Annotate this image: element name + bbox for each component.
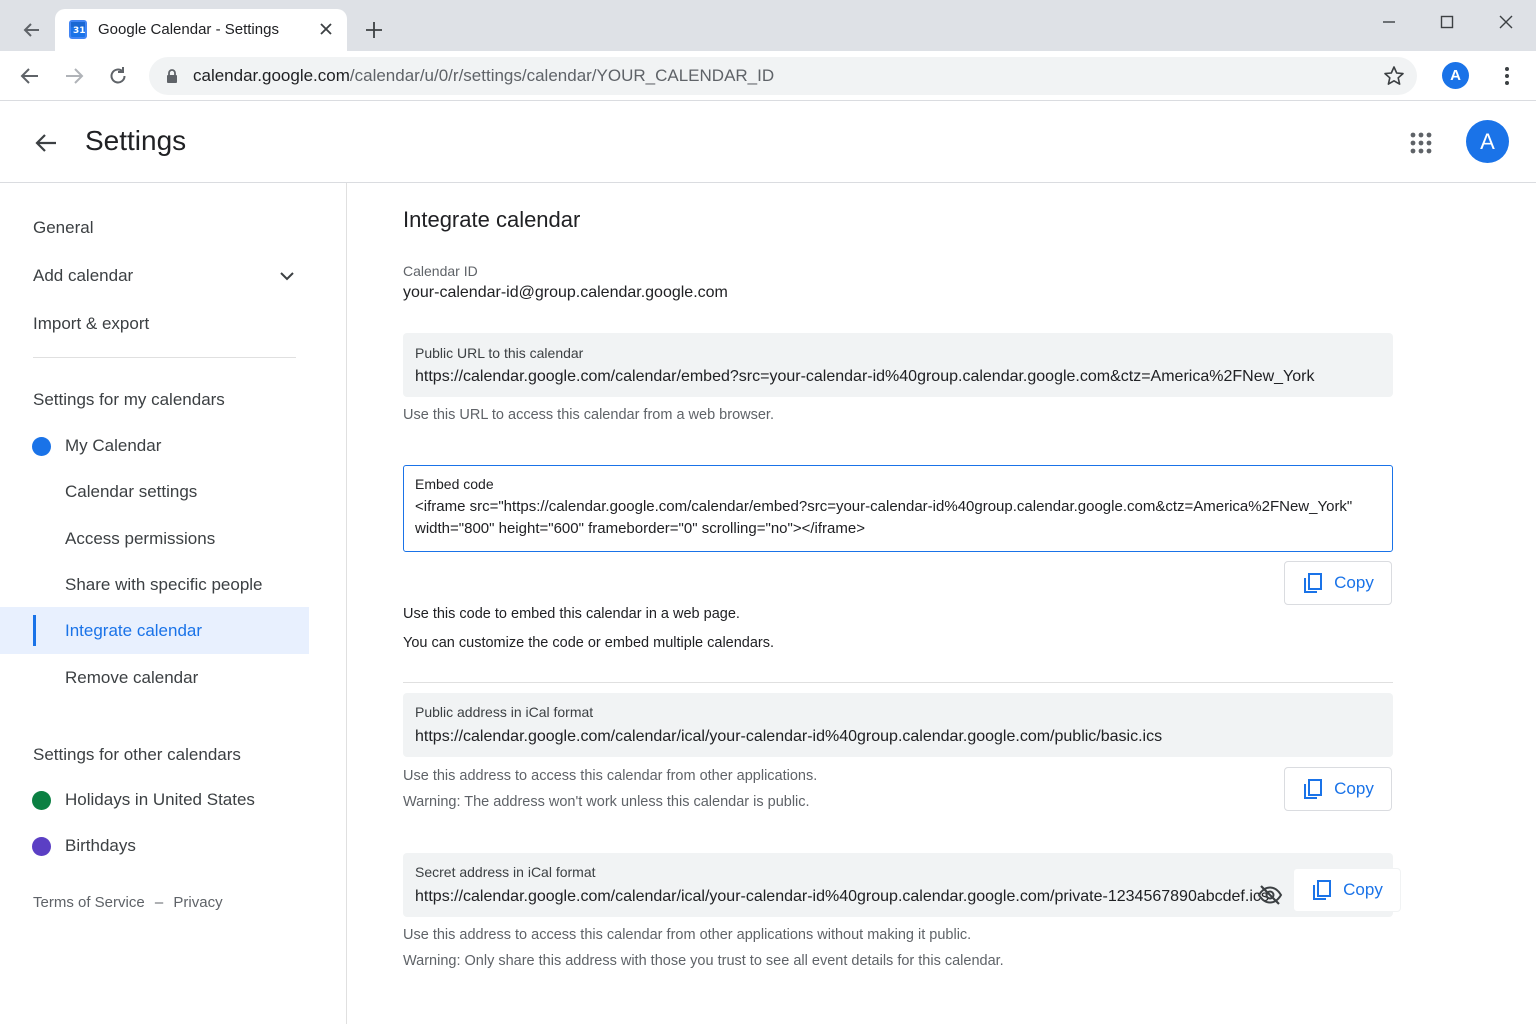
sidebar-item-integrate-calendar[interactable]: Integrate calendar: [0, 607, 309, 654]
sidebar-item-calendar-settings[interactable]: Calendar settings: [65, 482, 197, 502]
public-ical-value[interactable]: https://calendar.google.com/calendar/ica…: [415, 728, 1162, 746]
copy-icon: [1304, 573, 1323, 593]
sidebar-item-general[interactable]: General: [33, 218, 93, 238]
bookmark-star-icon[interactable]: [1383, 65, 1405, 87]
holidays-color-dot: [32, 791, 51, 810]
embed-code-value[interactable]: <iframe src="https://calendar.google.com…: [415, 496, 1375, 540]
embed-code-field[interactable]: Embed code <iframe src="https://calendar…: [403, 465, 1393, 552]
window-close-icon[interactable]: [1494, 10, 1518, 34]
tab-title: Google Calendar - Settings: [98, 21, 279, 38]
copy-embed-button[interactable]: Copy: [1284, 561, 1392, 605]
url-path: /calendar/u/0/r/settings/calendar/YOUR_C…: [349, 66, 775, 85]
calendar-favicon-icon: 31: [69, 20, 87, 39]
my-calendar-color-dot: [32, 437, 51, 456]
copy-icon: [1304, 779, 1323, 799]
chevron-down-icon[interactable]: [276, 265, 298, 287]
copy-icon: [1313, 880, 1332, 900]
terms-link[interactable]: Terms of Service: [33, 894, 145, 911]
copy-label: Copy: [1343, 880, 1383, 899]
tab-back-icon[interactable]: [18, 16, 46, 44]
embed-help-2: You can customize the code or embed mult…: [403, 635, 775, 651]
app-header: Settings A: [0, 102, 1536, 183]
forward-icon[interactable]: [61, 63, 87, 89]
copy-secret-ical-button[interactable]: Copy: [1293, 868, 1401, 912]
favicon-text: 31: [73, 26, 86, 36]
sidebar-item-label: Integrate calendar: [65, 621, 203, 640]
sidebar-item-share-with-specific-people[interactable]: Share with specific people: [65, 575, 263, 595]
public-ical-field[interactable]: Public address in iCal format https://ca…: [403, 693, 1393, 757]
public-url-value[interactable]: https://calendar.google.com/calendar/emb…: [415, 368, 1314, 386]
copy-label: Copy: [1334, 779, 1374, 798]
google-apps-icon[interactable]: [1404, 126, 1438, 160]
secret-ical-help-1: Use this address to access this calendar…: [403, 927, 972, 943]
account-avatar[interactable]: A: [1466, 120, 1509, 163]
privacy-link[interactable]: Privacy: [173, 894, 222, 911]
birthdays-color-dot: [32, 837, 51, 856]
sidebar-item-my-calendar[interactable]: My Calendar: [65, 436, 161, 456]
embed-code-label: Embed code: [415, 476, 494, 492]
embed-code-line-1: <iframe src="https://calendar.google.com…: [415, 498, 1353, 515]
url-host: calendar.google.com: [193, 66, 350, 85]
copy-public-ical-button[interactable]: Copy: [1284, 767, 1392, 811]
other-calendars-heading: Settings for other calendars: [33, 745, 241, 764]
tab-close-icon[interactable]: [317, 20, 335, 38]
calendar-id-value: your-calendar-id@group.calendar.google.c…: [403, 284, 728, 301]
public-ical-label: Public address in iCal format: [415, 704, 594, 720]
public-ical-help-2: Warning: The address won't work unless t…: [403, 794, 810, 810]
embed-code-line-2: width="800" height="600" frameborder="0"…: [415, 520, 865, 537]
sidebar-item-access-permissions[interactable]: Access permissions: [65, 529, 215, 549]
public-url-label: Public URL to this calendar: [415, 345, 584, 361]
lock-icon[interactable]: [165, 68, 179, 84]
copy-label: Copy: [1334, 573, 1374, 592]
public-url-field[interactable]: Public URL to this calendar https://cale…: [403, 333, 1393, 397]
sidebar-item-add-calendar[interactable]: Add calendar: [33, 266, 133, 286]
secret-ical-label: Secret address in iCal format: [415, 864, 596, 880]
browser-menu-icon[interactable]: [1496, 63, 1518, 89]
minimize-icon[interactable]: [1377, 10, 1401, 34]
browser-profile-avatar[interactable]: A: [1442, 62, 1469, 89]
public-ical-help-1: Use this address to access this calendar…: [403, 768, 818, 784]
embed-help-1: Use this code to embed this calendar in …: [403, 606, 740, 622]
public-url-help: Use this URL to access this calendar fro…: [403, 407, 774, 423]
browser-toolbar: calendar.google.com/calendar/u/0/r/setti…: [0, 51, 1536, 101]
secret-ical-value[interactable]: https://calendar.google.com/calendar/ica…: [415, 888, 1269, 906]
sidebar-item-remove-calendar[interactable]: Remove calendar: [65, 668, 198, 688]
settings-main: Integrate calendar Calendar ID your-cale…: [348, 183, 1536, 1024]
url-text[interactable]: calendar.google.com/calendar/u/0/r/setti…: [193, 66, 774, 86]
sidebar-item-birthdays[interactable]: Birthdays: [65, 836, 136, 856]
page-title: Settings: [85, 125, 187, 156]
sidebar-item-holidays[interactable]: Holidays in United States: [65, 790, 255, 810]
section-divider: [403, 682, 1393, 683]
address-bar[interactable]: calendar.google.com/calendar/u/0/r/setti…: [149, 57, 1417, 95]
my-calendars-heading: Settings for my calendars: [33, 390, 225, 409]
secret-ical-field[interactable]: Secret address in iCal format https://ca…: [403, 853, 1393, 917]
browser-tab[interactable]: 31 Google Calendar - Settings: [55, 9, 347, 51]
section-title: Integrate calendar: [403, 207, 581, 232]
sidebar-item-import-export[interactable]: Import & export: [33, 314, 149, 334]
sidebar-footer: Terms of Service – Privacy: [33, 894, 223, 911]
browser-tabstrip: 31 Google Calendar - Settings: [0, 0, 1536, 51]
footer-separator: –: [154, 894, 164, 911]
sidebar-divider: [33, 357, 296, 358]
visibility-off-icon[interactable]: [1252, 877, 1288, 913]
back-icon[interactable]: [17, 63, 43, 89]
calendar-id-label: Calendar ID: [403, 263, 478, 279]
secret-ical-help-2: Warning: Only share this address with th…: [403, 953, 1004, 969]
settings-sidebar: General Add calendar Import & export Set…: [0, 183, 347, 1024]
maximize-icon[interactable]: [1435, 10, 1459, 34]
reload-icon[interactable]: [105, 63, 131, 89]
new-tab-icon[interactable]: [360, 16, 388, 44]
settings-back-icon[interactable]: [30, 127, 62, 159]
